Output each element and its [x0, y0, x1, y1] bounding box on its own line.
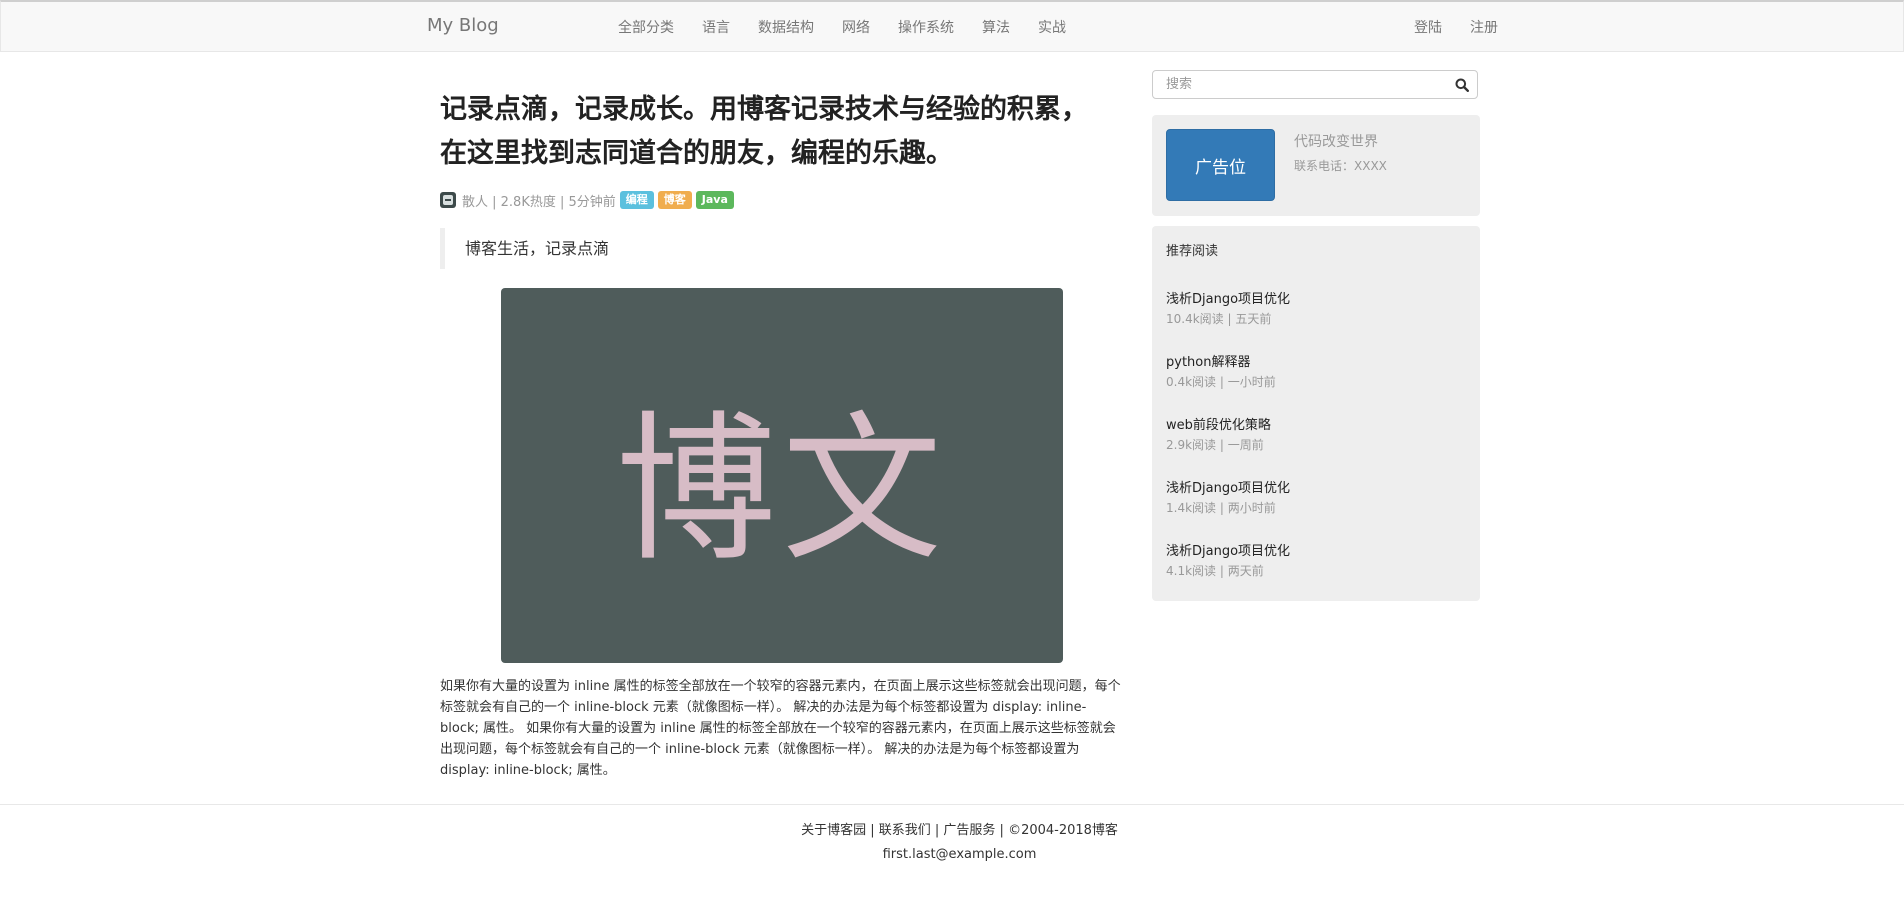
tag-blog[interactable]: 博客: [657, 191, 692, 209]
article-quote: 博客生活，记录点滴: [440, 228, 1122, 269]
recommend-item-title[interactable]: web前段优化策略: [1166, 414, 1466, 433]
hero-image: 博文: [501, 288, 1063, 663]
recommend-item-title[interactable]: 浅析Django项目优化: [1166, 540, 1466, 559]
top-navbar: My Blog 全部分类 语言 数据结构 网络 操作系统 算法 实战 登陆 注册: [0, 0, 1904, 52]
search-icon[interactable]: [1447, 71, 1477, 98]
nav-network[interactable]: 网络: [842, 17, 870, 37]
ad-button[interactable]: 广告位: [1166, 129, 1275, 201]
list-item: 浅析Django项目优化 10.4k阅读 | 五天前: [1166, 288, 1466, 351]
login-link[interactable]: 登陆: [1414, 17, 1442, 37]
recommend-item-stats: 2.9k阅读 | 一周前: [1166, 438, 1264, 452]
nav-all-categories[interactable]: 全部分类: [618, 17, 674, 37]
list-item: 浅析Django项目优化 4.1k阅读 | 两天前: [1166, 540, 1466, 603]
article-body: 如果你有大量的设置为 inline 属性的标签全部放在一个较窄的容器元素内，在页…: [440, 679, 1121, 778]
search-box: [1152, 70, 1478, 99]
sidebar: 广告位 代码改变世界 联系电话：XXXX 推荐阅读 浅析Django项目优化 1…: [1152, 70, 1480, 601]
footer-email[interactable]: first.last@example.com: [0, 847, 1904, 862]
tag-programming[interactable]: 编程: [619, 191, 654, 209]
recommend-title: 推荐阅读: [1166, 244, 1219, 259]
ad-panel: 广告位 代码改变世界 联系电话：XXXX: [1152, 115, 1480, 216]
footer-links: 关于博客园 | 联系我们 | 广告服务 | ©2004-2018博客: [801, 823, 1118, 838]
nav-operating-system[interactable]: 操作系统: [898, 17, 954, 37]
auth-nav: 登陆 注册: [1414, 17, 1498, 37]
footer-divider: [0, 804, 1904, 805]
recommend-item-title[interactable]: python解释器: [1166, 351, 1466, 370]
ad-phone: 联系电话：XXXX: [1294, 159, 1387, 173]
article-title-line1: 记录点滴，记录成长。用博客记录技术与经验的积累，: [440, 94, 1088, 125]
article-title-line2: 在这里找到志同道合的朋友，编程的乐趣。: [440, 138, 953, 169]
footer-about[interactable]: 关于博客园: [801, 823, 866, 838]
list-item: python解释器 0.4k阅读 | 一小时前: [1166, 351, 1466, 414]
recommend-panel: 推荐阅读 浅析Django项目优化 10.4k阅读 | 五天前 python解释…: [1152, 226, 1480, 601]
article-main: 记录点滴，记录成长。用博客记录技术与经验的积累， 在这里找到志同道合的朋友，编程…: [440, 88, 1122, 781]
recommend-item-stats: 10.4k阅读 | 五天前: [1166, 312, 1272, 326]
nav-language[interactable]: 语言: [702, 17, 730, 37]
meta-text: 散人 | 2.8K热度 | 5分钟前: [462, 194, 616, 210]
footer-copyright: ©2004-2018博客: [1008, 823, 1118, 838]
recommend-list: 浅析Django项目优化 10.4k阅读 | 五天前 python解释器 0.4…: [1166, 288, 1466, 603]
footer-contact[interactable]: 联系我们: [879, 823, 931, 838]
brand-logo[interactable]: My Blog: [427, 15, 499, 36]
ad-info: 代码改变世界 联系电话：XXXX: [1294, 131, 1387, 202]
nav-data-structures[interactable]: 数据结构: [758, 17, 814, 37]
nav-algorithms[interactable]: 算法: [982, 17, 1010, 37]
hero-image-text: 博文: [615, 395, 948, 583]
recommend-item-title[interactable]: 浅析Django项目优化: [1166, 288, 1466, 307]
article-title: 记录点滴，记录成长。用博客记录技术与经验的积累， 在这里找到志同道合的朋友，编程…: [440, 88, 1122, 176]
main-nav: 全部分类 语言 数据结构 网络 操作系统 算法 实战: [618, 17, 1066, 37]
ad-title: 代码改变世界: [1294, 134, 1378, 150]
recommend-item-stats: 0.4k阅读 | 一小时前: [1166, 375, 1276, 389]
list-item: 浅析Django项目优化 1.4k阅读 | 两小时前: [1166, 477, 1466, 540]
author-avatar: [440, 192, 456, 208]
footer-ads[interactable]: 广告服务: [943, 823, 995, 838]
recommend-item-stats: 1.4k阅读 | 两小时前: [1166, 501, 1276, 515]
article-meta: 散人 | 2.8K热度 | 5分钟前 编程 博客 Java: [440, 190, 1122, 210]
recommend-item-title[interactable]: 浅析Django项目优化: [1166, 477, 1466, 496]
list-item: web前段优化策略 2.9k阅读 | 一周前: [1166, 414, 1466, 477]
nav-practice[interactable]: 实战: [1038, 17, 1066, 37]
search-input[interactable]: [1164, 76, 1428, 93]
tag-java[interactable]: Java: [695, 191, 734, 209]
register-link[interactable]: 注册: [1470, 17, 1498, 37]
recommend-item-stats: 4.1k阅读 | 两天前: [1166, 564, 1264, 578]
